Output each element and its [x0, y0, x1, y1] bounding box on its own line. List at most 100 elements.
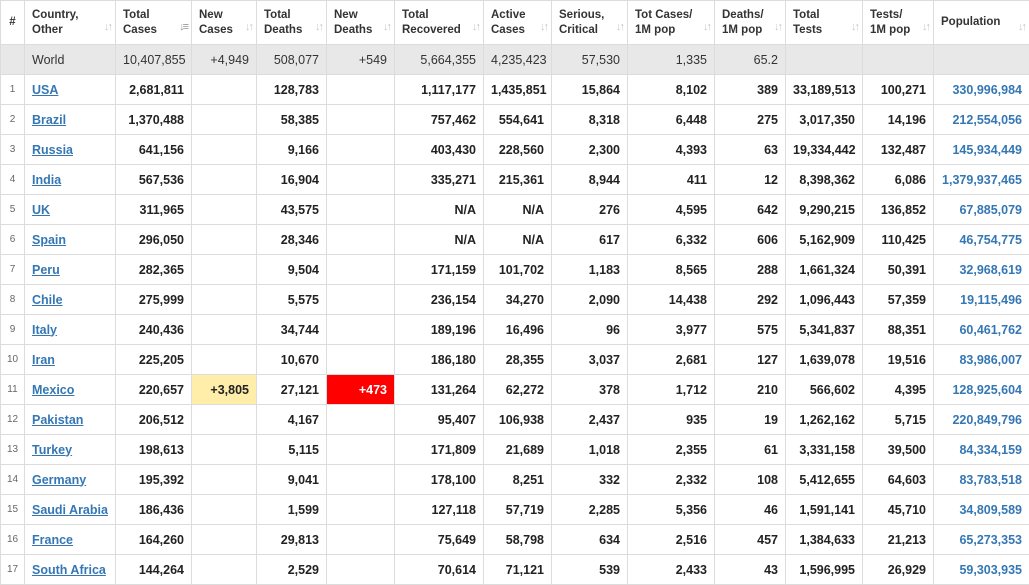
population-link[interactable]: 83,986,007: [959, 353, 1022, 367]
cell-deaths-per-1m: 292: [715, 285, 786, 315]
cell-total-cases: 206,512: [116, 405, 192, 435]
population-link[interactable]: 65,273,353: [959, 533, 1022, 547]
cell-total-cases: 567,536: [116, 165, 192, 195]
cell-country: Russia: [25, 135, 116, 165]
column-header-label: Total Recovered: [402, 8, 467, 38]
population-link[interactable]: 34,809,589: [959, 503, 1022, 517]
cell-total-cases: 275,999: [116, 285, 192, 315]
cell-total-deaths: 16,904: [257, 165, 327, 195]
cell-cases-per-1m: 2,516: [628, 525, 715, 555]
country-link[interactable]: Iran: [32, 353, 55, 367]
country-link[interactable]: Chile: [32, 293, 63, 307]
cell-new-deaths: [327, 195, 395, 225]
sort-arrows-icon[interactable]: ↓↑: [315, 20, 322, 35]
cell-active-cases: N/A: [484, 195, 552, 225]
sort-arrows-icon[interactable]: ↓↑: [922, 20, 929, 35]
cell-population: 59,303,935: [934, 555, 1029, 585]
column-header-total-tests[interactable]: Total Tests↓↑: [786, 1, 863, 45]
column-header-deaths-per-1m[interactable]: Deaths/ 1M pop↓↑: [715, 1, 786, 45]
column-header-label: Country, Other: [32, 8, 99, 38]
cell-idx: 1: [1, 75, 25, 105]
population-link[interactable]: 212,554,056: [952, 113, 1022, 127]
sort-arrows-icon[interactable]: ↓↑: [472, 20, 479, 35]
column-header-new-cases[interactable]: New Cases↓↑: [192, 1, 257, 45]
population-link[interactable]: 60,461,762: [959, 323, 1022, 337]
column-header-total-cases[interactable]: Total Cases↓≡: [116, 1, 192, 45]
cell-total-recovered: 178,100: [395, 465, 484, 495]
cell-population: 330,996,984: [934, 75, 1029, 105]
population-link[interactable]: 1,379,937,465: [942, 173, 1022, 187]
sort-arrows-icon[interactable]: ↓↑: [851, 20, 858, 35]
country-link[interactable]: Germany: [32, 473, 86, 487]
column-header-cases-per-1m[interactable]: Tot Cases/ 1M pop↓↑: [628, 1, 715, 45]
cell-idx: 2: [1, 105, 25, 135]
population-link[interactable]: 220,849,796: [952, 413, 1022, 427]
country-link[interactable]: UK: [32, 203, 50, 217]
cell-new-cases: [192, 225, 257, 255]
cell-total-deaths: 29,813: [257, 525, 327, 555]
cell-total-tests: 5,412,655: [786, 465, 863, 495]
sort-arrows-icon[interactable]: ↓↑: [774, 20, 781, 35]
population-link[interactable]: 46,754,775: [959, 233, 1022, 247]
population-link[interactable]: 19,115,496: [960, 293, 1022, 307]
population-link[interactable]: 84,334,159: [959, 443, 1022, 457]
country-link[interactable]: Peru: [32, 263, 60, 277]
sort-arrows-icon[interactable]: ↓≡: [179, 20, 187, 35]
column-header-new-deaths[interactable]: New Deaths↓↑: [327, 1, 395, 45]
cell-total-tests: 5,341,837: [786, 315, 863, 345]
column-header-population[interactable]: Population↓↑: [934, 1, 1029, 45]
population-link[interactable]: 59,303,935: [959, 563, 1022, 577]
country-link[interactable]: Italy: [32, 323, 57, 337]
country-link[interactable]: France: [32, 533, 73, 547]
column-header-idx[interactable]: #: [1, 1, 25, 45]
sort-arrows-icon[interactable]: ↓↑: [383, 20, 390, 35]
sort-arrows-icon[interactable]: ↓↑: [245, 20, 252, 35]
country-link[interactable]: Turkey: [32, 443, 72, 457]
country-link[interactable]: Pakistan: [32, 413, 83, 427]
country-link[interactable]: India: [32, 173, 61, 187]
cell-total-deaths: 58,385: [257, 105, 327, 135]
cell-country: UK: [25, 195, 116, 225]
column-header-country[interactable]: Country, Other ↓↑: [25, 1, 116, 45]
cell-serious-critical: 1,018: [552, 435, 628, 465]
cell-total-tests: 1,661,324: [786, 255, 863, 285]
cell-new-deaths: [327, 525, 395, 555]
cell-population: 65,273,353: [934, 525, 1029, 555]
country-link[interactable]: Russia: [32, 143, 73, 157]
cell-total-tests: 1,639,078: [786, 345, 863, 375]
country-link[interactable]: Mexico: [32, 383, 74, 397]
cell-cases-per-1m: 8,102: [628, 75, 715, 105]
column-header-total-deaths[interactable]: Total Deaths↓↑: [257, 1, 327, 45]
cell-new-deaths: [327, 135, 395, 165]
population-link[interactable]: 145,934,449: [952, 143, 1022, 157]
population-link[interactable]: 330,996,984: [952, 83, 1022, 97]
country-link[interactable]: Saudi Arabia: [32, 503, 108, 517]
column-header-total-recovered[interactable]: Total Recovered ↓↑: [395, 1, 484, 45]
country-link[interactable]: Brazil: [32, 113, 66, 127]
population-link[interactable]: 32,968,619: [959, 263, 1022, 277]
cell-serious-critical: 2,300: [552, 135, 628, 165]
sort-arrows-icon[interactable]: ↓↑: [104, 20, 111, 35]
cell-total-cases: 225,205: [116, 345, 192, 375]
cell-new-deaths: [327, 465, 395, 495]
column-header-tests-per-1m[interactable]: Tests/ 1M pop↓↑: [863, 1, 934, 45]
sort-arrows-icon[interactable]: ↓↑: [703, 20, 710, 35]
cell-deaths-per-1m: 65.2: [715, 45, 786, 75]
country-link[interactable]: South Africa: [32, 563, 106, 577]
cell-total-tests: 19,334,442: [786, 135, 863, 165]
cell-country: World: [25, 45, 116, 75]
column-header-serious-critical[interactable]: Serious, Critical↓↑: [552, 1, 628, 45]
cell-active-cases: 215,361: [484, 165, 552, 195]
population-link[interactable]: 83,783,518: [959, 473, 1022, 487]
country-link[interactable]: USA: [32, 83, 58, 97]
sort-arrows-icon[interactable]: ↓↑: [540, 20, 547, 35]
population-link[interactable]: 67,885,079: [959, 203, 1022, 217]
cell-country: Mexico: [25, 375, 116, 405]
country-link[interactable]: Spain: [32, 233, 66, 247]
sort-arrows-icon[interactable]: ↓↑: [1018, 20, 1025, 35]
cell-population: 46,754,775: [934, 225, 1029, 255]
cell-tests-per-1m: 19,516: [863, 345, 934, 375]
column-header-active-cases[interactable]: Active Cases↓↑: [484, 1, 552, 45]
sort-arrows-icon[interactable]: ↓↑: [616, 20, 623, 35]
population-link[interactable]: 128,925,604: [952, 383, 1022, 397]
